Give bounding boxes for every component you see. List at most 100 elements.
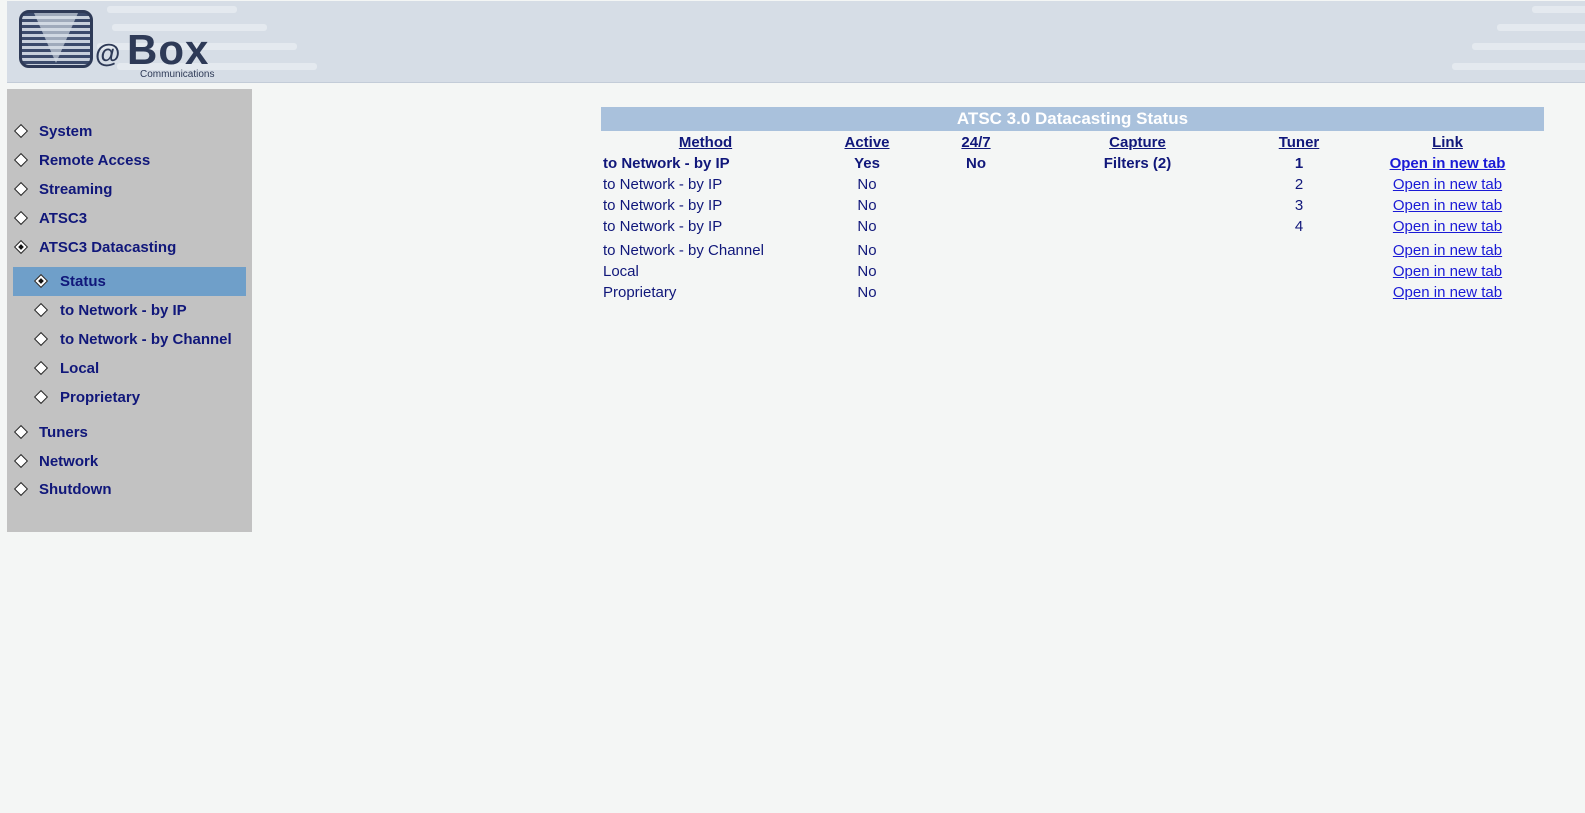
sidebar-item-tuners[interactable]: Tuners <box>13 419 88 445</box>
sidebar-subitem-status[interactable]: Status <box>33 268 106 294</box>
diamond-icon <box>13 481 29 497</box>
diamond-icon <box>13 152 29 168</box>
cell-active: Yes <box>854 155 880 172</box>
cell-capture <box>1028 216 1247 237</box>
cell-247 <box>924 237 1028 261</box>
sidebar-item-label: ATSC3 Datacasting <box>39 238 177 256</box>
sidebar-item-network[interactable]: Network <box>13 448 99 474</box>
open-in-new-tab-link[interactable]: Open in new tab <box>1393 218 1502 235</box>
cell-tuner: 2 <box>1294 176 1304 193</box>
cell-method: Proprietary <box>603 284 677 301</box>
column-header-capture[interactable]: Capture <box>1028 131 1247 153</box>
logo-v-mark <box>19 10 93 68</box>
cell-link: Open in new tab <box>1351 195 1544 216</box>
sidebar-subitem-network-by-channel[interactable]: to Network - by Channel <box>33 326 232 352</box>
column-header-active[interactable]: Active <box>810 131 924 153</box>
header-decor-line <box>1532 6 1585 13</box>
page-title: ATSC 3.0 Datacasting Status <box>601 107 1544 131</box>
table-row: to Network - by IP No 4 Open in new tab <box>601 216 1544 237</box>
diamond-filled-icon <box>13 239 29 255</box>
open-in-new-tab-link[interactable]: Open in new tab <box>1393 197 1502 214</box>
main-content: ATSC 3.0 Datacasting Status Method Activ… <box>601 107 1544 303</box>
logo-box-text: Box <box>127 26 210 73</box>
cell-method: to Network - by Channel <box>603 242 764 259</box>
sidebar-item-label: Network <box>39 452 99 470</box>
sidebar-item-remote-access[interactable]: Remote Access <box>13 147 151 173</box>
cell-link: Open in new tab <box>1351 261 1544 282</box>
diamond-icon <box>33 360 49 376</box>
column-header-link[interactable]: Link <box>1351 131 1544 153</box>
diamond-icon <box>13 424 29 440</box>
cell-active: No <box>857 284 877 301</box>
sidebar-subitem-local[interactable]: Local <box>33 355 99 381</box>
sidebar-item-label: Shutdown <box>39 480 112 498</box>
cell-capture: Filters (2) <box>1103 155 1172 172</box>
diamond-icon <box>13 210 29 226</box>
diamond-filled-icon <box>33 273 49 289</box>
cell-method: Local <box>603 263 639 280</box>
open-in-new-tab-link[interactable]: Open in new tab <box>1393 284 1502 301</box>
sidebar-subitem-network-by-ip[interactable]: to Network - by IP <box>33 297 187 323</box>
logo-communications: Communications <box>140 69 215 80</box>
page-header: @ Box Communications <box>7 1 1585 83</box>
status-table: Method Active 24/7 Capture Tuner Link to… <box>601 131 1544 303</box>
sidebar-item-atsc3[interactable]: ATSC3 <box>13 205 88 231</box>
column-header-method[interactable]: Method <box>601 131 810 153</box>
cell-link: Open in new tab <box>1351 153 1544 174</box>
sidebar-item-label: to Network - by Channel <box>60 330 232 348</box>
sidebar-item-label: System <box>39 122 93 140</box>
cell-capture <box>1028 237 1247 261</box>
sidebar-item-system[interactable]: System <box>13 118 93 144</box>
diamond-icon <box>33 389 49 405</box>
cell-247 <box>924 195 1028 216</box>
open-in-new-tab-link[interactable]: Open in new tab <box>1393 242 1502 259</box>
sidebar-item-label: ATSC3 <box>39 209 88 227</box>
sidebar-item-label: Proprietary <box>60 388 141 406</box>
cell-method: to Network - by IP <box>603 197 723 214</box>
cell-link: Open in new tab <box>1351 174 1544 195</box>
cell-tuner <box>1247 237 1351 261</box>
table-row: to Network - by IP No 3 Open in new tab <box>601 195 1544 216</box>
diamond-icon <box>33 302 49 318</box>
diamond-icon <box>13 123 29 139</box>
sidebar-subitem-proprietary[interactable]: Proprietary <box>33 384 141 410</box>
header-decor-line <box>1472 43 1585 50</box>
sidebar-item-label: Tuners <box>39 423 88 441</box>
cell-method: to Network - by IP <box>603 176 723 193</box>
logo-at: @ <box>95 38 121 68</box>
cell-capture <box>1028 195 1247 216</box>
open-in-new-tab-link[interactable]: Open in new tab <box>1393 263 1502 280</box>
sidebar-item-shutdown[interactable]: Shutdown <box>13 476 112 502</box>
cell-link: Open in new tab <box>1351 282 1544 303</box>
sidebar-item-label: Status <box>60 272 106 290</box>
sidebar-item-atsc3-datacasting[interactable]: ATSC3 Datacasting <box>13 234 177 260</box>
cell-247 <box>924 174 1028 195</box>
table-header-row: Method Active 24/7 Capture Tuner Link <box>601 131 1544 153</box>
column-header-247[interactable]: 24/7 <box>924 131 1028 153</box>
table-row: to Network - by Channel No Open in new t… <box>601 237 1544 261</box>
diamond-icon <box>13 181 29 197</box>
table-row: Proprietary No Open in new tab <box>601 282 1544 303</box>
open-in-new-tab-link[interactable]: Open in new tab <box>1390 155 1506 172</box>
cell-method: to Network - by IP <box>603 218 723 235</box>
cell-capture <box>1028 174 1247 195</box>
sidebar-nav: System Remote Access Streaming ATSC3 ATS… <box>7 89 252 532</box>
sidebar-item-streaming[interactable]: Streaming <box>13 176 112 202</box>
open-in-new-tab-link[interactable]: Open in new tab <box>1393 176 1502 193</box>
header-decor-line <box>1497 24 1585 31</box>
column-header-tuner[interactable]: Tuner <box>1247 131 1351 153</box>
cell-active: No <box>857 218 877 235</box>
cell-tuner: 3 <box>1294 197 1304 214</box>
sidebar-item-label: Remote Access <box>39 151 151 169</box>
diamond-icon <box>13 453 29 469</box>
header-decor-line <box>1452 63 1585 70</box>
cell-capture <box>1028 261 1247 282</box>
table-row: to Network - by IP Yes No Filters (2) 1 … <box>601 153 1544 174</box>
table-row: Local No Open in new tab <box>601 261 1544 282</box>
cell-active: No <box>857 263 877 280</box>
cell-capture <box>1028 282 1247 303</box>
cell-active: No <box>857 197 877 214</box>
cell-247: No <box>966 155 986 172</box>
sidebar-item-label: to Network - by IP <box>60 301 187 319</box>
cell-link: Open in new tab <box>1351 237 1544 261</box>
